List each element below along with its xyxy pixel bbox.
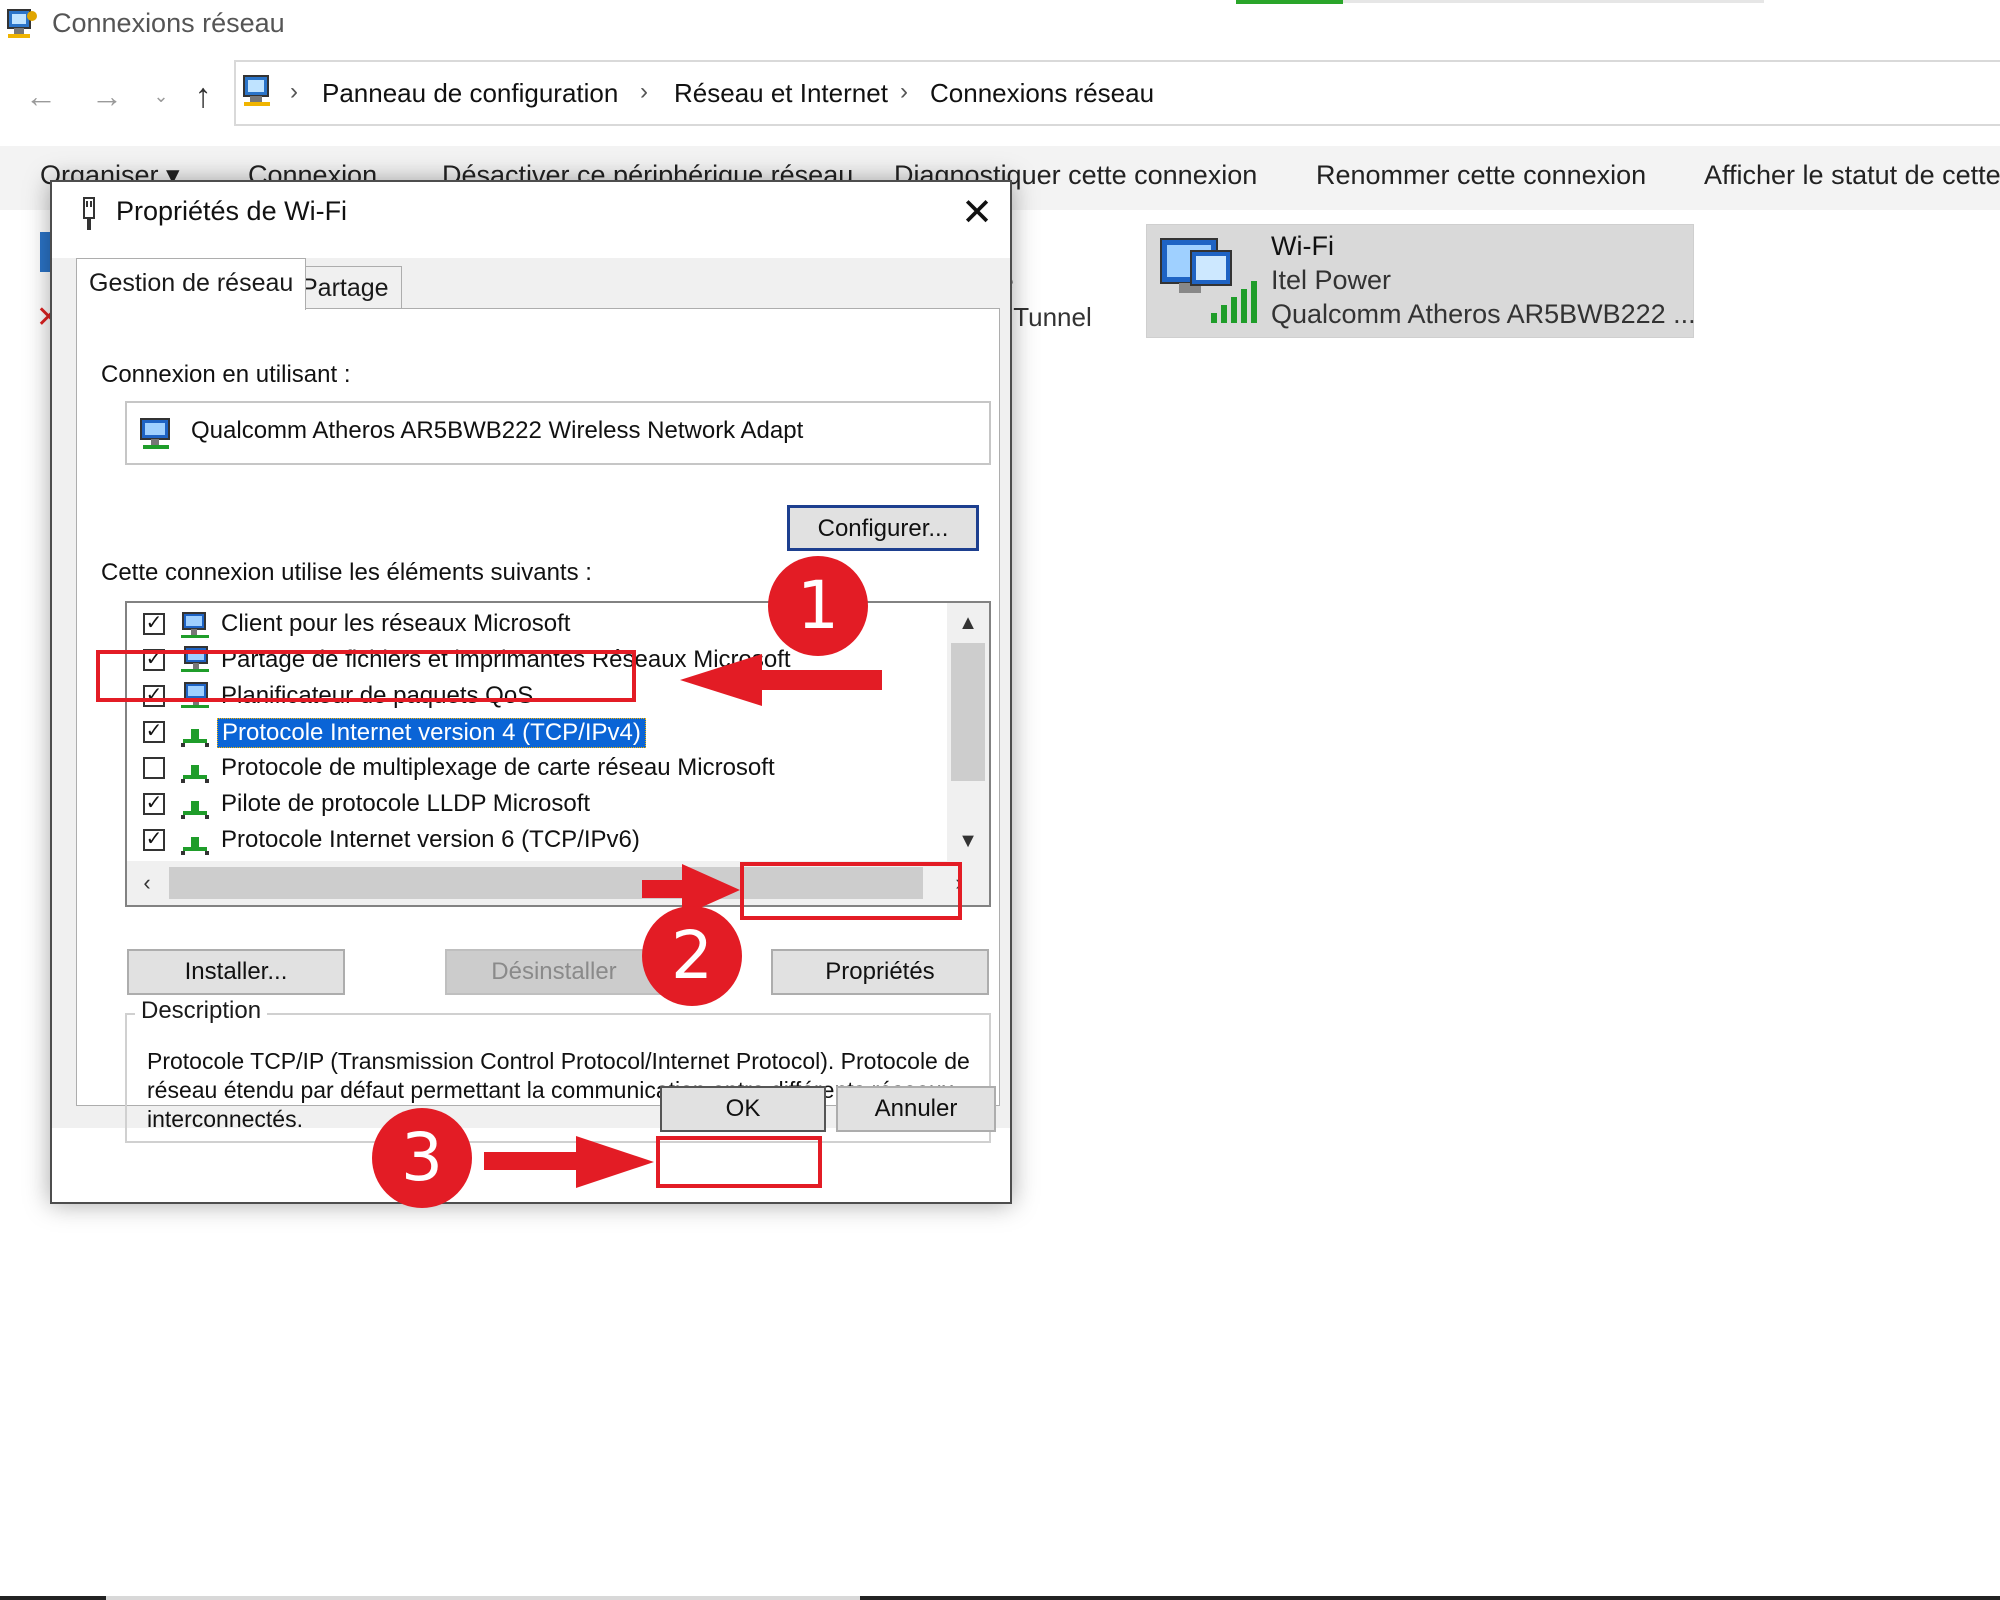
navigation-bar: ← → ⌄ ↑ › Panneau de configuration › Rés… <box>0 60 2000 130</box>
list-item-label: Client pour les réseaux Microsoft <box>221 610 571 637</box>
step-1-badge: 1 <box>768 556 868 656</box>
ok-button[interactable]: OK <box>660 1086 826 1132</box>
checkbox[interactable] <box>143 757 165 779</box>
network-connections-icon <box>7 9 37 38</box>
close-icon[interactable]: ✕ <box>952 188 1002 238</box>
connect-using-label: Connexion en utilisant : <box>101 361 351 388</box>
highlight-ipv4 <box>96 650 636 702</box>
breadcrumb-control-panel[interactable]: Panneau de configuration <box>322 78 618 109</box>
list-item-selected[interactable]: ✓ Protocole Internet version 4 (TCP/IPv4… <box>127 715 947 751</box>
client-network-icon <box>181 612 209 638</box>
checkbox[interactable]: ✓ <box>143 613 165 635</box>
bottom-edge <box>0 1596 106 1600</box>
wifi-adapter-name: Qualcomm Atheros AR5BWB222 ... <box>1271 299 1696 329</box>
scroll-thumb[interactable] <box>951 643 985 781</box>
rename-command[interactable]: Renommer cette connexion <box>1316 160 1646 191</box>
properties-button[interactable]: Propriétés <box>771 949 989 995</box>
bottom-edge <box>860 1596 2000 1600</box>
checkbox[interactable]: ✓ <box>143 793 165 815</box>
breadcrumb-separator[interactable]: › <box>640 78 648 106</box>
highlight-ok <box>656 1136 822 1188</box>
items-label: Cette connexion utilise les éléments sui… <box>101 559 592 586</box>
scroll-down-icon[interactable]: ▼ <box>947 821 989 861</box>
network-adapter-icon <box>83 197 95 230</box>
wifi-network-name: Itel Power <box>1271 265 1392 295</box>
back-arrow-icon[interactable]: ← <box>20 76 62 116</box>
protocol-icon <box>181 729 209 747</box>
list-item[interactable]: ✓ Protocole Internet version 6 (TCP/IPv6… <box>127 823 947 859</box>
list-item[interactable]: Protocole de multiplexage de carte résea… <box>127 751 947 787</box>
wifi-adapter-icon <box>1160 238 1257 323</box>
scroll-up-icon[interactable]: ▲ <box>947 603 989 643</box>
up-arrow-icon[interactable]: ↑ <box>182 76 224 116</box>
arrow-to-ok-head <box>576 1136 654 1188</box>
tab-panel-network: Connexion en utilisant : Qualcomm Athero… <box>76 308 1000 1143</box>
vertical-scrollbar[interactable]: ▲ ▼ <box>947 603 989 861</box>
breadcrumb-network-connections[interactable]: Connexions réseau <box>930 78 1154 109</box>
description-legend: Description <box>135 997 268 1025</box>
arrow-to-properties <box>642 880 682 898</box>
address-bar[interactable]: › Panneau de configuration › Réseau et I… <box>234 60 2000 126</box>
protocol-icon <box>181 801 209 819</box>
list-item[interactable]: ✓ Pilote de protocole LLDP Microsoft <box>127 787 947 823</box>
adapter-name: Qualcomm Atheros AR5BWB222 Wireless Netw… <box>191 417 804 444</box>
step-2-badge: 2 <box>642 906 742 1006</box>
breadcrumb-separator[interactable]: › <box>900 78 908 106</box>
protocol-icon <box>181 765 209 783</box>
checkbox[interactable]: ✓ <box>143 721 165 743</box>
window-titlebar: Connexions réseau <box>0 0 2000 52</box>
arrow-to-ok <box>484 1152 576 1170</box>
view-status-command[interactable]: Afficher le statut de cette <box>1704 160 2000 191</box>
uninstall-button[interactable]: Désinstaller <box>445 949 663 995</box>
wifi-connection-item[interactable]: Wi-Fi Itel Power Qualcomm Atheros AR5BWB… <box>1146 224 1696 338</box>
network-adapter-icon <box>140 418 170 449</box>
arrow-to-ipv4-head <box>680 654 762 706</box>
install-button[interactable]: Installer... <box>127 949 345 995</box>
tab-network[interactable]: Gestion de réseau <box>76 258 307 310</box>
dialog-title: Propriétés de Wi-Fi <box>116 196 348 226</box>
window-accent-strip <box>1236 0 1343 4</box>
protocol-icon <box>181 837 209 855</box>
arrow-to-ipv4 <box>760 670 882 690</box>
adapter-field: Qualcomm Atheros AR5BWB222 Wireless Netw… <box>125 401 991 465</box>
breadcrumb-network-internet[interactable]: Réseau et Internet <box>674 78 888 109</box>
bottom-edge <box>106 1596 860 1600</box>
window-title: Connexions réseau <box>52 8 285 38</box>
window-edge-strip <box>1343 0 1764 3</box>
list-item-label: Protocole Internet version 4 (TCP/IPv4) <box>217 718 646 748</box>
list-item-label: Pilote de protocole LLDP Microsoft <box>221 790 591 817</box>
control-panel-icon <box>243 75 270 106</box>
configure-button[interactable]: Configurer... <box>787 505 979 551</box>
highlight-properties <box>740 862 962 920</box>
checkbox[interactable]: ✓ <box>143 829 165 851</box>
scroll-left-icon[interactable]: ‹ <box>127 861 167 905</box>
forward-arrow-icon[interactable]: → <box>86 76 128 116</box>
list-item-label: Protocole Internet version 6 (TCP/IPv6) <box>221 826 640 853</box>
step-3-badge: 3 <box>372 1108 472 1208</box>
list-item-label: Protocole de multiplexage de carte résea… <box>221 754 775 781</box>
wifi-connection-name: Wi-Fi <box>1271 231 1334 261</box>
breadcrumb-separator: › <box>290 78 298 105</box>
cancel-button[interactable]: Annuler <box>836 1086 996 1132</box>
recent-locations-chevron-icon[interactable]: ⌄ <box>140 76 182 116</box>
